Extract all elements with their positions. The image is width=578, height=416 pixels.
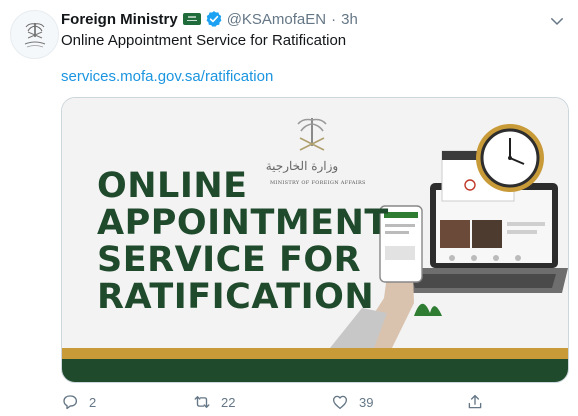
headline-line: SERVICE FOR xyxy=(97,240,362,280)
timestamp[interactable]: 3h xyxy=(341,11,358,28)
retweet-icon xyxy=(194,396,210,408)
share-button[interactable] xyxy=(466,393,484,411)
saudi-flag-icon xyxy=(182,13,201,25)
like-button[interactable]: 39 xyxy=(331,393,373,411)
clock-icon xyxy=(476,124,544,192)
display-name[interactable]: Foreign Ministry xyxy=(61,11,178,28)
user-handle[interactable]: @KSAmofaEN xyxy=(227,11,326,28)
verified-badge-icon xyxy=(206,11,222,27)
share-icon xyxy=(468,394,482,409)
media-headline: ONLINE APPOINTMENT SERVICE FOR RATIFICAT… xyxy=(97,168,389,316)
gold-stripe xyxy=(62,348,568,359)
tweet-link[interactable]: services.mofa.gov.sa/ratification xyxy=(61,67,273,87)
green-stripe xyxy=(62,359,568,382)
tweet-media-image[interactable]: وزارة الخارجية MINISTRY OF FOREIGN AFFAI… xyxy=(61,97,569,383)
headline-line: RATIFICATION xyxy=(97,277,375,317)
avatar[interactable] xyxy=(10,10,59,59)
reply-icon xyxy=(63,395,78,410)
headline-line: APPOINTMENT xyxy=(97,203,389,243)
reply-button[interactable]: 2 xyxy=(61,393,96,411)
reply-count: 2 xyxy=(89,394,97,410)
like-count: 39 xyxy=(359,394,374,410)
tweet[interactable]: Foreign Ministry @KSAmofaEN · 3h Online … xyxy=(0,0,578,416)
like-icon xyxy=(332,395,348,410)
separator-dot: · xyxy=(331,10,337,28)
tweet-actions: 2 22 39 xyxy=(61,393,501,413)
tweet-text: Online Appointment Service for Ratificat… xyxy=(61,32,347,49)
retweet-button[interactable]: 22 xyxy=(193,393,235,411)
ministry-logo-icon xyxy=(24,22,45,47)
chevron-down-icon[interactable] xyxy=(548,12,566,30)
tweet-header: Foreign Ministry @KSAmofaEN · 3h xyxy=(61,9,358,29)
retweet-count: 22 xyxy=(221,394,236,410)
headline-line: ONLINE xyxy=(97,166,248,206)
